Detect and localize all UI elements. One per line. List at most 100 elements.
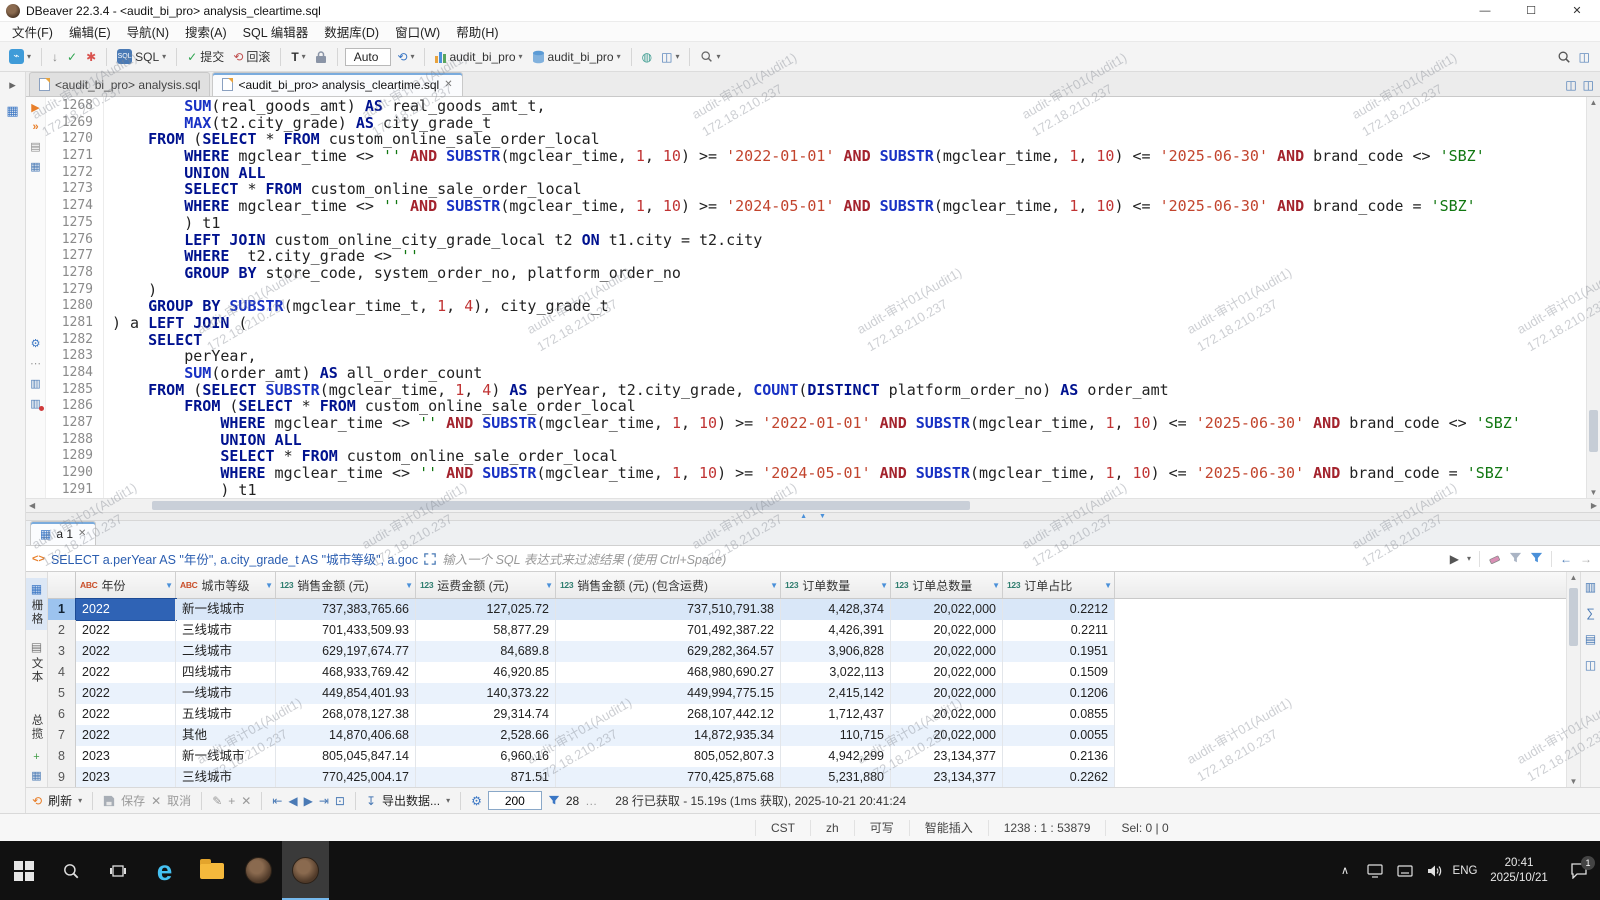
maximize-editor-icon[interactable]: ◫: [1583, 78, 1594, 92]
grid-cell[interactable]: 3,022,113: [781, 662, 891, 683]
chevron-down-icon[interactable]: ▾: [1467, 554, 1471, 563]
grid-cell[interactable]: 770,425,875.68: [556, 767, 781, 787]
tab-analysis-sql[interactable]: <audit_bi_pro> analysis.sql: [29, 72, 210, 96]
delete-row-icon[interactable]: ✕: [241, 794, 251, 808]
references-panel-icon[interactable]: ◫: [1585, 658, 1596, 672]
language-indicator[interactable]: ENG: [1450, 865, 1480, 877]
menu-item[interactable]: 窗口(W): [387, 22, 448, 41]
refresh-button[interactable]: 刷新: [48, 792, 72, 809]
grid-cell[interactable]: 0.1509: [1003, 662, 1115, 683]
filter-input[interactable]: 输入一个 SQL 表达式来过滤结果 (使用 Ctrl+Space): [442, 549, 1444, 568]
grid-cell[interactable]: 0.2262: [1003, 767, 1115, 787]
grid-cell[interactable]: 737,510,791.38: [556, 599, 781, 620]
column-filter-icon[interactable]: ▼: [405, 581, 413, 590]
grid-cell[interactable]: 110,715: [781, 725, 891, 746]
collapse-panel-icon[interactable]: ▸: [9, 77, 16, 93]
grid-cell[interactable]: 805,045,847.14: [276, 746, 416, 767]
fetch-button[interactable]: ↓: [49, 48, 61, 66]
settings-gear-icon[interactable]: ⚙: [31, 337, 41, 350]
first-row-icon[interactable]: ⇤: [272, 794, 282, 808]
row-number[interactable]: 4: [48, 662, 76, 683]
file-explorer-button[interactable]: [188, 841, 235, 900]
notification-center-button[interactable]: 1: [1558, 863, 1600, 879]
grid-cell[interactable]: 0.0055: [1003, 725, 1115, 746]
row-number[interactable]: 8: [48, 746, 76, 767]
grid-cell[interactable]: 23,134,377: [891, 746, 1003, 767]
grid-vertical-scrollbar[interactable]: ▲ ▼: [1566, 572, 1580, 787]
grid-cell[interactable]: 其他: [176, 725, 276, 746]
tray-input-button[interactable]: [1390, 865, 1420, 877]
grid-cell[interactable]: 127,025.72: [416, 599, 556, 620]
grid-cell[interactable]: 701,433,509.93: [276, 620, 416, 641]
previous-row-icon[interactable]: ◀: [288, 794, 297, 808]
sync-button[interactable]: ✓: [64, 48, 80, 66]
taskbar-clock[interactable]: 20:41 2025/10/21: [1480, 856, 1558, 886]
perspective-icon[interactable]: ◫: [1579, 50, 1590, 64]
row-number[interactable]: 1: [48, 599, 76, 620]
explain-plan-icon[interactable]: ▤: [30, 140, 40, 153]
filter-menu-icon[interactable]: [1530, 552, 1543, 565]
grid-cell[interactable]: 二线城市: [176, 641, 276, 662]
share-button[interactable]: ◫ ▾: [658, 48, 682, 66]
overview-tab[interactable]: 总揽: [26, 710, 47, 745]
grid-cell[interactable]: 701,492,387.22: [556, 620, 781, 641]
column-header[interactable]: 123订单占比▼: [1003, 572, 1115, 598]
editor-horizontal-scrollbar[interactable]: ◀ ▶: [26, 498, 1600, 512]
tray-volume-button[interactable]: [1420, 864, 1450, 878]
grid-cell[interactable]: 2023: [76, 746, 176, 767]
grid-cell[interactable]: 20,022,000: [891, 599, 1003, 620]
grid-cell[interactable]: 2022: [76, 662, 176, 683]
menu-item[interactable]: 帮助(H): [448, 22, 506, 41]
export-data-button[interactable]: 导出数据...: [382, 792, 440, 809]
rollback-button[interactable]: ⟲ 回滚: [230, 46, 273, 67]
grid-cell[interactable]: 四线城市: [176, 662, 276, 683]
grid-cell[interactable]: 14,870,406.68: [276, 725, 416, 746]
refresh-icon[interactable]: ⟲: [32, 794, 42, 808]
calendar-add-icon[interactable]: +: [33, 751, 39, 763]
grid-cell[interactable]: 449,994,775.15: [556, 683, 781, 704]
grid-cell[interactable]: 871.51: [416, 767, 556, 787]
column-header[interactable]: 123订单总数量▼: [891, 572, 1003, 598]
results-grid[interactable]: ABC年份▼ABC城市等级▼123销售金额 (元)▼123运费金额 (元)▼12…: [48, 572, 1566, 787]
grid-cell[interactable]: 三线城市: [176, 620, 276, 641]
expand-filter-icon[interactable]: [424, 553, 436, 565]
results-tab[interactable]: ▦ a 1 ✕: [30, 521, 96, 545]
tray-display-button[interactable]: [1360, 864, 1390, 878]
column-filter-icon[interactable]: ▼: [770, 581, 778, 590]
row-number[interactable]: 3: [48, 641, 76, 662]
grid-cell[interactable]: 新一线城市: [176, 746, 276, 767]
metadata-panel-icon[interactable]: ▤: [1585, 632, 1596, 646]
remove-filter-icon[interactable]: [1509, 552, 1522, 565]
minimize-editor-icon[interactable]: ◫: [1565, 78, 1576, 92]
grid-cell[interactable]: 新一线城市: [176, 599, 276, 620]
grid-cell[interactable]: 268,107,442.12: [556, 704, 781, 725]
row-number[interactable]: 5: [48, 683, 76, 704]
grid-cell[interactable]: 0.2212: [1003, 599, 1115, 620]
grid-cell[interactable]: 468,933,769.42: [276, 662, 416, 683]
grid-cell[interactable]: 2,528.66: [416, 725, 556, 746]
filter-query-text[interactable]: SELECT a.perYear AS "年份", a.city_grade_t…: [51, 549, 418, 568]
dbeaver-taskbar-button-active[interactable]: [282, 841, 329, 900]
editor-code[interactable]: SUM(real_goods_amt) AS real_goods_amt_t,…: [104, 97, 1586, 498]
grid-cell[interactable]: 14,872,935.34: [556, 725, 781, 746]
grid-cell[interactable]: 737,383,765.66: [276, 599, 416, 620]
column-header[interactable]: 123销售金额 (元) (包含运费)▼: [556, 572, 781, 598]
minimize-button[interactable]: —: [1462, 0, 1508, 21]
grid-cell[interactable]: 629,197,674.77: [276, 641, 416, 662]
more-options-icon[interactable]: ⋯: [30, 357, 41, 370]
row-number[interactable]: 9: [48, 767, 76, 787]
grid-cell[interactable]: 58,877.29: [416, 620, 556, 641]
grid-cell[interactable]: 5,231,880: [781, 767, 891, 787]
start-button[interactable]: [0, 841, 47, 900]
grid-cell[interactable]: 0.1206: [1003, 683, 1115, 704]
more-icon[interactable]: …: [585, 794, 597, 808]
output-panel-icon[interactable]: ▦: [30, 160, 40, 173]
row-number[interactable]: 6: [48, 704, 76, 725]
grid-cell[interactable]: 4,426,391: [781, 620, 891, 641]
column-filter-icon[interactable]: ▼: [1104, 581, 1112, 590]
grid-cell[interactable]: 0.1951: [1003, 641, 1115, 662]
row-number[interactable]: 7: [48, 725, 76, 746]
close-button[interactable]: ✕: [1554, 0, 1600, 21]
edge-button[interactable]: e: [141, 841, 188, 900]
grid-cell[interactable]: 2,415,142: [781, 683, 891, 704]
